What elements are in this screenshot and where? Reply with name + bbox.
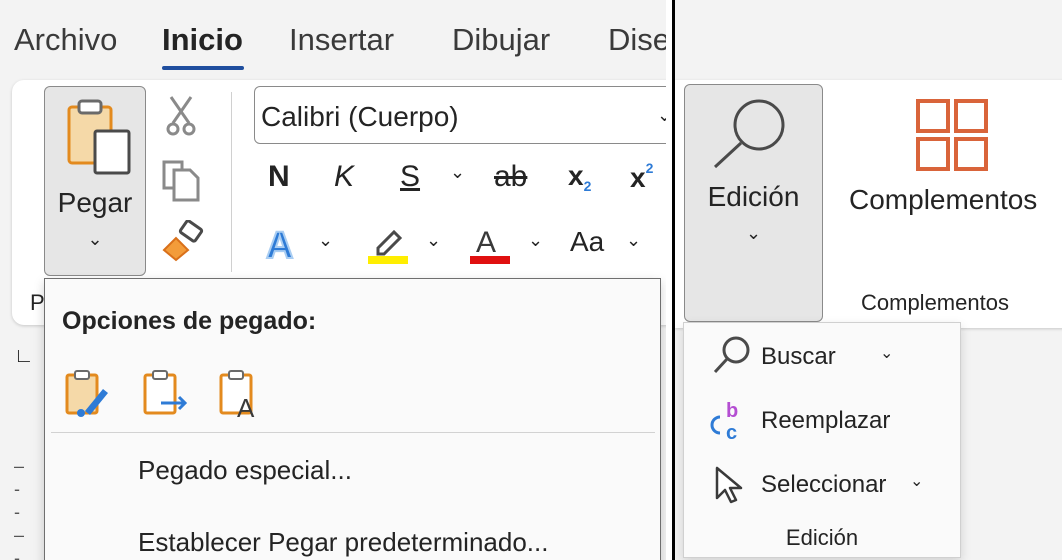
- subscript-x: x: [568, 160, 584, 191]
- svg-text:c: c: [726, 422, 737, 443]
- paste-button[interactable]: Pegar ⌄: [44, 86, 146, 276]
- paste-special-item[interactable]: Pegado especial...: [138, 455, 352, 486]
- chevron-down-icon[interactable]: ⌄: [528, 230, 543, 251]
- chevron-down-icon: ⌄: [87, 229, 103, 249]
- select-cursor-icon: [714, 465, 746, 505]
- change-case-button[interactable]: Aa: [570, 226, 604, 258]
- chevron-down-icon: ⌄: [745, 223, 762, 243]
- tab-diseno[interactable]: Dise: [608, 22, 666, 58]
- chevron-down-icon[interactable]: ⌄: [318, 230, 333, 251]
- subscript-mark: 2: [583, 178, 592, 194]
- font-color-icon[interactable]: A: [468, 222, 512, 266]
- addins-group-label: Complementos: [861, 290, 1009, 315]
- cut-icon[interactable]: [165, 95, 197, 137]
- right-pane: Edición ⌄ Complementos Complementos Busc…: [675, 0, 1062, 560]
- chevron-down-icon[interactable]: ⌄: [910, 471, 923, 491]
- left-pane: Archivo Inicio Insertar Dibujar Dise Peg…: [0, 0, 666, 560]
- font-name-value: Calibri (Cuerpo): [261, 101, 459, 132]
- search-icon: [711, 97, 791, 171]
- text-effects-icon[interactable]: A: [262, 222, 306, 264]
- editing-group-label: Edición: [785, 525, 859, 550]
- tab-insertar[interactable]: Insertar: [289, 22, 394, 58]
- strikethrough-button[interactable]: ab: [494, 160, 527, 194]
- chevron-down-icon[interactable]: ⌄: [426, 230, 441, 251]
- superscript-mark: 2: [645, 160, 654, 176]
- italic-button[interactable]: K: [334, 160, 354, 194]
- tab-inicio[interactable]: Inicio: [162, 22, 243, 58]
- format-painter-icon[interactable]: [160, 220, 206, 262]
- ribbon-tabs: Archivo Inicio Insertar Dibujar Dise: [0, 0, 666, 78]
- group-separator: [231, 92, 232, 272]
- replace-icon: b c: [706, 399, 746, 443]
- chevron-down-icon: ⌄: [657, 105, 666, 125]
- copy-icon[interactable]: [160, 158, 204, 202]
- active-tab-indicator: [162, 66, 244, 70]
- set-default-paste-item[interactable]: Establecer Pegar predeterminado...: [138, 527, 548, 558]
- find-icon: [712, 335, 752, 375]
- editing-button[interactable]: Edición ⌄: [684, 84, 823, 322]
- svg-text:b: b: [726, 400, 738, 422]
- addins-icon[interactable]: [915, 98, 989, 172]
- editing-menu: Buscar ⌄ b c Reemplazar Seleccionar ⌄ Ed…: [683, 322, 961, 558]
- keep-text-only-icon[interactable]: A: [217, 369, 267, 419]
- paste-label: Pegar: [57, 187, 133, 218]
- superscript-button[interactable]: x2: [630, 160, 653, 194]
- replace-item[interactable]: Reemplazar: [761, 407, 890, 435]
- select-item[interactable]: Seleccionar: [761, 471, 886, 499]
- paste-icon: [65, 97, 135, 175]
- bold-button[interactable]: N: [268, 160, 290, 194]
- clipboard-group-label: P: [30, 290, 45, 315]
- tab-dibujar[interactable]: Dibujar: [452, 22, 550, 58]
- font-name-combobox[interactable]: Calibri (Cuerpo) ⌄: [254, 86, 666, 144]
- svg-text:A: A: [237, 393, 255, 419]
- ruler-tab-stop[interactable]: ∟: [14, 345, 34, 368]
- merge-formatting-icon[interactable]: [141, 369, 191, 419]
- margin-marks: – - - – -: [14, 456, 25, 560]
- svg-text:A: A: [476, 226, 496, 259]
- keep-source-formatting-icon[interactable]: [63, 369, 113, 419]
- highlight-color-icon[interactable]: [366, 222, 410, 266]
- subscript-button[interactable]: x2: [568, 160, 591, 194]
- superscript-x: x: [630, 162, 646, 193]
- chevron-down-icon[interactable]: ⌄: [450, 162, 465, 183]
- find-item[interactable]: Buscar: [761, 343, 836, 371]
- addins-button-label[interactable]: Complementos: [849, 184, 1037, 216]
- editing-label: Edición: [707, 181, 800, 212]
- underline-button[interactable]: S: [400, 160, 420, 194]
- svg-text:A: A: [266, 225, 293, 264]
- chevron-down-icon[interactable]: ⌄: [626, 230, 641, 251]
- menu-separator: [51, 432, 655, 433]
- tab-archivo[interactable]: Archivo: [14, 22, 117, 58]
- paste-options-title: Opciones de pegado:: [62, 307, 317, 335]
- chevron-down-icon[interactable]: ⌄: [880, 343, 893, 363]
- paste-options-menu: Opciones de pegado: A Pegado especial...…: [44, 278, 661, 560]
